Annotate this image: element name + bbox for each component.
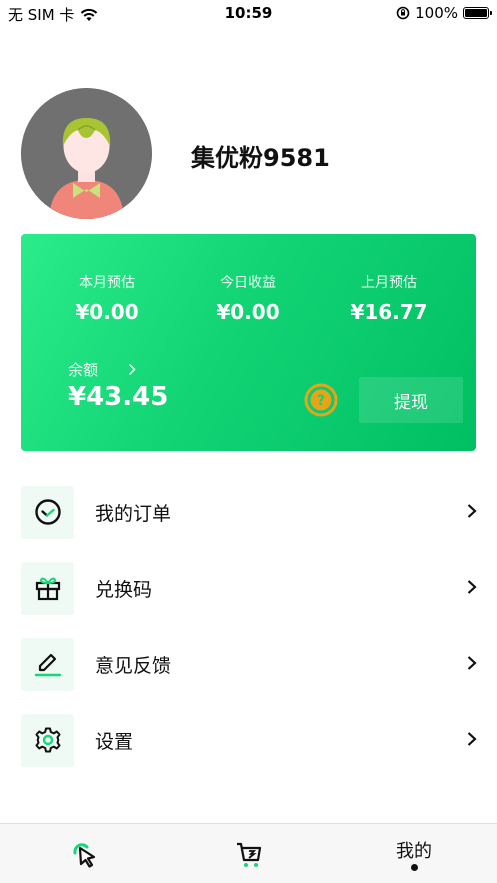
- stat-label: 本月预估: [79, 275, 135, 291]
- chevron-right-icon: [128, 363, 136, 376]
- cursor-icon: [73, 843, 96, 868]
- menu-icon-box: [21, 637, 74, 691]
- status-right: 100%: [396, 4, 492, 22]
- active-tab-indicator: [411, 864, 418, 871]
- menu-label: 我的订单: [95, 502, 172, 525]
- orientation-lock-icon: [396, 6, 410, 20]
- clock-icon: [34, 499, 61, 525]
- menu-icon-box: [21, 485, 74, 539]
- menu-icon-box: [21, 713, 74, 767]
- menu-label: 兑换码: [95, 578, 153, 601]
- stat-value: ¥0.00: [216, 300, 280, 324]
- username: 集优粉9581: [191, 144, 330, 172]
- chevron-right-icon: [467, 656, 477, 670]
- stat-last-month-estimate: 上月预估 ¥16.77: [314, 272, 464, 324]
- balance-label: 余额: [68, 361, 99, 379]
- chevron-right-icon: [467, 732, 477, 746]
- stat-value: ¥0.00: [75, 300, 139, 324]
- gift-icon: [35, 577, 60, 601]
- earnings-card: 本月预估 ¥0.00 今日收益 ¥0.00 上月预估 ¥16.77 余额 ¥43…: [21, 234, 476, 451]
- stat-value: ¥16.77: [350, 300, 428, 324]
- avatar[interactable]: [21, 88, 152, 219]
- gear-icon: [35, 727, 60, 753]
- avatar-illustration: [21, 88, 152, 219]
- menu-item-feedback[interactable]: 意见反馈: [21, 636, 497, 692]
- stat-month-estimate: 本月预估 ¥0.00: [32, 272, 182, 324]
- menu-icon-box: [21, 561, 74, 615]
- menu-label: 设置: [95, 730, 134, 753]
- tab-cart[interactable]: [204, 824, 294, 883]
- stat-label: 上月预估: [361, 275, 417, 291]
- menu-item-settings[interactable]: 设置: [21, 712, 497, 768]
- cart-icon: [237, 842, 262, 867]
- stat-today-income: 今日收益 ¥0.00: [173, 272, 323, 324]
- status-bar: 无 SIM 卡 10:59 100%: [0, 0, 497, 26]
- chevron-right-icon: [467, 580, 477, 594]
- stat-label: 今日收益: [220, 275, 276, 291]
- battery-percent: 100%: [415, 4, 458, 22]
- battery-icon: [463, 7, 492, 19]
- balance-link[interactable]: 余额: [68, 359, 136, 380]
- question-circle-icon[interactable]: ?: [304, 383, 338, 417]
- menu-item-orders[interactable]: 我的订单: [21, 484, 497, 540]
- edit-icon: [34, 653, 61, 677]
- tab-mine[interactable]: 我的: [369, 824, 459, 883]
- balance-value: ¥43.45: [68, 382, 169, 412]
- tab-bar: 我的: [0, 823, 497, 883]
- svg-text:?: ?: [317, 393, 325, 409]
- chevron-right-icon: [467, 504, 477, 518]
- tab-home[interactable]: [40, 824, 130, 883]
- menu-label: 意见反馈: [95, 654, 172, 677]
- menu-item-redeem-code[interactable]: 兑换码: [21, 560, 497, 616]
- tab-label: 我的: [396, 841, 432, 862]
- withdraw-button[interactable]: 提现: [359, 377, 463, 423]
